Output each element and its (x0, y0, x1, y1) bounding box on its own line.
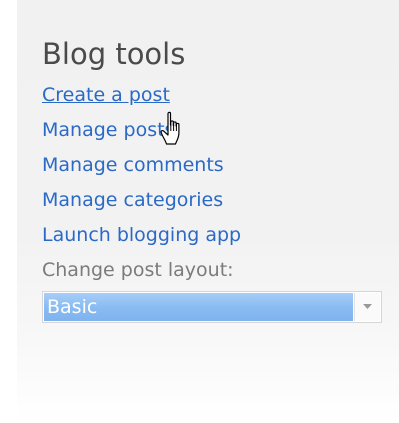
post-layout-select[interactable]: Basic (42, 291, 382, 323)
list-item: Create a post (42, 78, 399, 113)
manage-posts-link[interactable]: Manage posts (42, 119, 174, 141)
post-layout-selected-value: Basic (44, 293, 353, 321)
list-item: Manage posts (42, 113, 399, 148)
manage-comments-link[interactable]: Manage comments (42, 154, 224, 176)
change-post-layout-label: Change post layout: (42, 259, 234, 281)
blog-tools-title: Blog tools (42, 37, 186, 71)
launch-blogging-app-link[interactable]: Launch blogging app (42, 224, 241, 246)
create-post-link[interactable]: Create a post (42, 84, 170, 106)
list-item: Manage categories (42, 183, 399, 218)
blog-tools-links: Create a post Manage posts Manage commen… (42, 78, 399, 253)
list-item: Launch blogging app (42, 218, 399, 253)
dropdown-arrow-button[interactable] (354, 293, 380, 321)
chevron-down-icon (363, 304, 372, 309)
list-item: Manage comments (42, 148, 399, 183)
manage-categories-link[interactable]: Manage categories (42, 189, 223, 211)
blog-tools-panel: Blog tools Create a post Manage posts Ma… (17, 0, 399, 423)
